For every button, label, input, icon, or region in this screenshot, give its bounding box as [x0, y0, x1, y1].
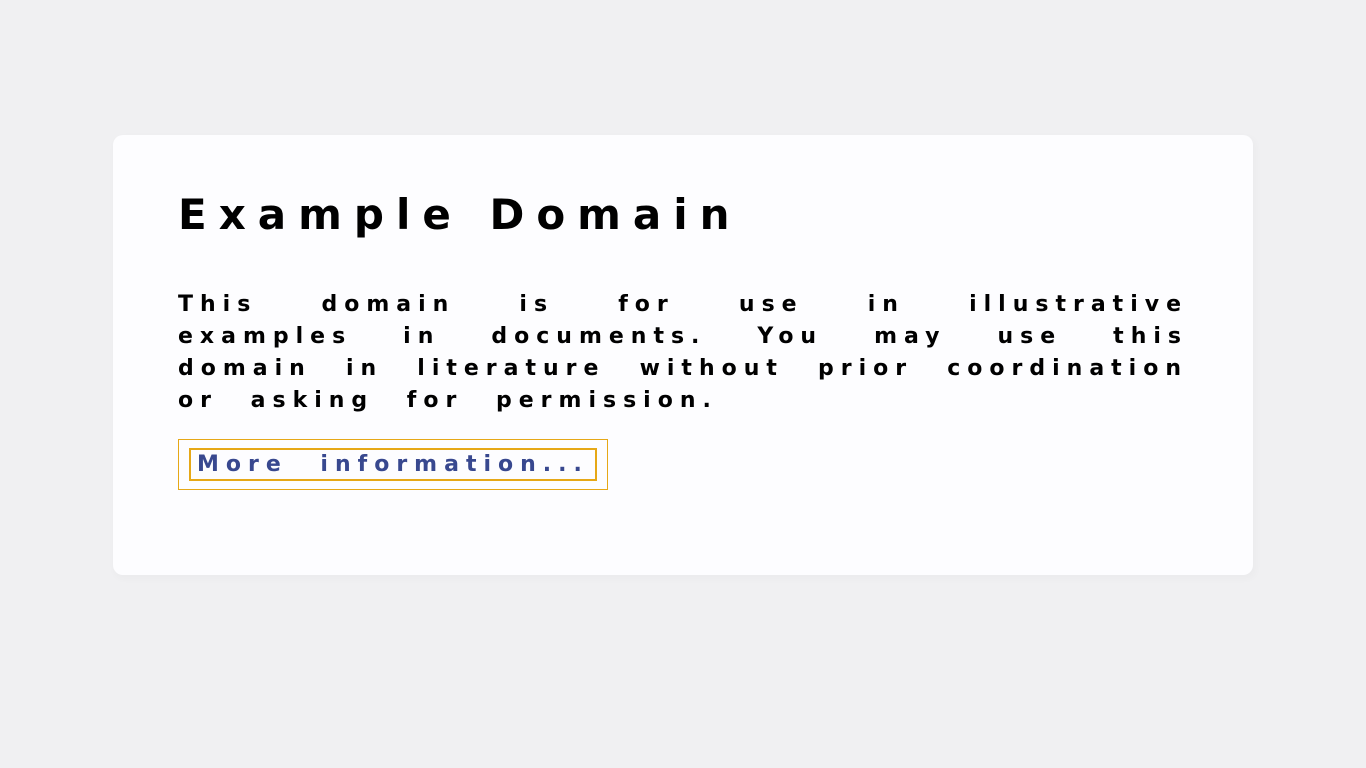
page-title: Example Domain [178, 190, 1188, 239]
more-information-link[interactable]: More information... [189, 448, 597, 481]
description-text: This domain is for use in illustrative e… [178, 289, 1188, 417]
link-highlight-box: More information... [178, 439, 608, 490]
content-card: Example Domain This domain is for use in… [113, 135, 1253, 575]
